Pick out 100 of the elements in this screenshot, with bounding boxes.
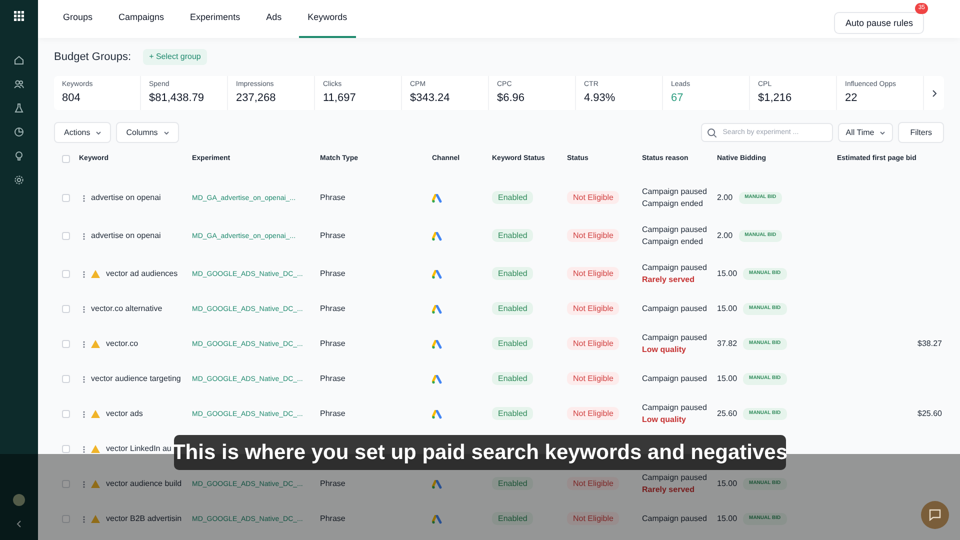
table-cell: $25.60 [918,409,942,418]
checkbox[interactable] [62,270,70,278]
keyword-text: vector ad audiences [106,268,178,280]
nav-tab[interactable]: Keywords [298,0,356,38]
nav-tab[interactable]: Campaigns [110,0,174,38]
metric-value: $1,216 [758,91,793,106]
metric-value: 67 [671,91,684,106]
metric-value: $81,438.79 [149,91,206,106]
checkbox[interactable] [62,445,70,453]
status-reason: Low quality [642,414,687,426]
table-cell: Phrase [320,339,346,348]
status-badge: Enabled [492,337,534,350]
home-icon[interactable] [14,55,24,65]
search-icon [706,128,717,138]
status-badge: Not Eligible [567,477,620,490]
avatar[interactable] [13,494,25,506]
nav-tab[interactable]: Groups [54,0,102,38]
status-reason: Low quality [642,344,687,356]
keyword-text: vector audience targeting [91,373,181,385]
keyword-text: vector B2B advertisin [106,513,182,525]
status-reason: Campaign paused [642,186,708,198]
table-cell: Phrase [320,374,346,383]
drag-handle-icon[interactable] [83,232,85,240]
caret-icon [96,130,102,134]
keyword-text: advertise on openai [91,230,161,242]
status-reason: Campaign ended [642,198,704,210]
bulb-icon[interactable] [14,151,24,161]
drag-handle-icon[interactable] [83,340,85,348]
status-badge: Enabled [492,267,534,280]
status-badge: Enabled [492,477,534,490]
table-cell: Phrase [320,269,346,278]
columns-dropdown[interactable]: Columns [116,122,179,143]
status-badge: Enabled [492,372,534,385]
keyword-text: vector audience build [106,478,182,490]
table-cell: Phrase [320,304,346,313]
table-cell: Phrase [320,193,346,202]
checkbox[interactable] [62,375,70,383]
checkbox[interactable] [62,155,70,163]
checkbox[interactable] [62,340,70,348]
status-badge: Not Eligible [567,267,620,280]
nav-tab[interactable]: Experiments [181,0,250,38]
ads-logo-icon [432,480,442,488]
drag-handle-icon[interactable] [83,410,85,418]
checkbox[interactable] [62,515,70,523]
auto-pause-rules-button[interactable]: Auto pause rules [834,12,924,34]
status-badge: Enabled [492,407,534,420]
drag-handle-icon[interactable] [83,270,85,278]
chevron-right-icon [932,90,936,96]
checkbox[interactable] [62,194,70,202]
checkbox[interactable] [62,480,70,488]
ads-logo-icon [432,410,442,418]
drag-handle-icon[interactable] [83,194,85,202]
filters-button[interactable]: Filters [898,122,944,143]
time-range-dropdown[interactable]: All Time [838,123,894,142]
drag-handle-icon[interactable] [83,480,85,488]
flask-icon[interactable] [14,103,24,113]
chevron-left-icon[interactable] [16,520,22,528]
ads-logo-icon [432,194,442,202]
bid-value: 15.00 [717,478,738,490]
checkbox[interactable] [62,232,70,240]
status-badge: Enabled [492,229,534,242]
ads-logo-icon [432,374,442,384]
actions-dropdown[interactable]: Actions [54,122,112,143]
metric-value: $6.96 [497,91,526,106]
checkbox[interactable] [62,410,70,418]
table-cell: $38.27 [918,339,942,348]
status-reason: Campaign paused [642,373,708,385]
pie-chart-icon[interactable] [14,127,24,137]
status-reason: Campaign paused [642,262,708,274]
status-reason: Campaign ended [642,236,704,248]
status-reason: Rarely served [642,484,696,496]
metric-value: 4.93% [584,91,616,106]
grid-icon[interactable] [14,11,24,21]
status-badge: Not Eligible [567,337,620,350]
caret-icon [880,130,886,134]
bid-value: 2.00 [717,230,733,242]
ads-logo-icon [432,340,442,348]
drag-handle-icon[interactable] [83,446,85,452]
metric-value: $343.24 [410,91,451,106]
users-icon[interactable] [14,79,24,89]
bid-value: 25.60 [717,408,738,420]
status-reason: Campaign paused [642,332,708,344]
drag-handle-icon[interactable] [83,516,85,522]
metric-value: 804 [62,91,82,106]
drag-handle-icon[interactable] [83,376,85,382]
drag-handle-icon[interactable] [83,306,85,312]
status-reason: Campaign paused [642,402,708,414]
nav-tab[interactable]: Ads [257,0,291,38]
table-cell: Phrase [320,479,346,488]
settings-icon[interactable] [14,175,24,185]
status-reason: Campaign paused [642,303,708,315]
checkbox[interactable] [62,305,70,313]
caption: This is where you set up paid search keywords and negatives [174,435,786,470]
select-group-button[interactable]: + Select group [143,49,207,65]
status-reason: Campaign paused [642,472,708,484]
budget-groups-label: Budget Groups: [54,50,132,65]
chat-button[interactable] [921,501,949,529]
metric-value: 237,268 [236,91,277,106]
bid-value: 15.00 [717,303,738,315]
keyword-text: advertise on openai [91,192,161,204]
